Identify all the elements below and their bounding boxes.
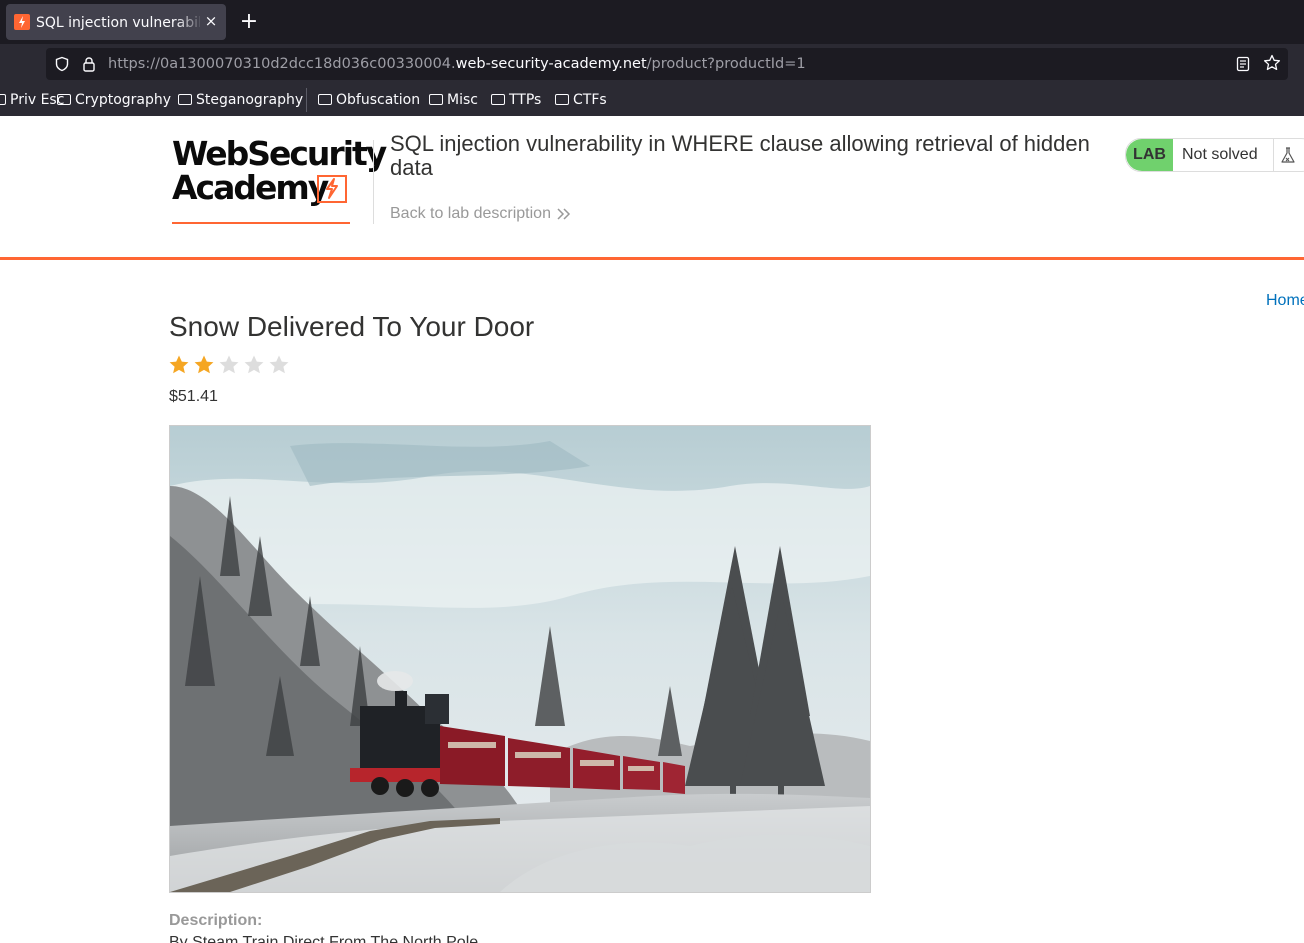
star-empty-icon (244, 355, 264, 374)
new-tab-button[interactable]: + (238, 9, 260, 35)
bookmark-separator (306, 88, 307, 112)
portswigger-favicon-icon (14, 14, 30, 30)
browser-nav-bar: https://0a1300070310d2dcc18d036c00330004… (0, 44, 1304, 84)
bookmark-misc[interactable]: Misc (429, 90, 478, 110)
lock-icon[interactable] (81, 56, 97, 72)
browser-tab[interactable]: SQL injection vulnerability in WHERE cla… (6, 4, 226, 40)
address-bar[interactable]: https://0a1300070310d2dcc18d036c00330004… (46, 48, 1288, 80)
lightning-icon (317, 175, 347, 203)
bookmarks-toolbar: Priv Esc Cryptography Steganography Obfu… (0, 84, 1304, 116)
description-label: Description: (169, 912, 263, 929)
folder-icon (429, 94, 443, 105)
home-link[interactable]: Home (1266, 291, 1304, 311)
folder-icon (0, 94, 6, 105)
lab-status-text: Not solved (1182, 146, 1258, 163)
bookmark-steganography[interactable]: Steganography (178, 90, 303, 110)
folder-icon (555, 94, 569, 105)
bookmark-ctfs[interactable]: CTFs (555, 90, 607, 110)
bookmark-ttps[interactable]: TTPs (491, 90, 541, 110)
lab-header: WebSecurity Academy SQL injection vulner… (0, 116, 1304, 260)
star-empty-icon (269, 355, 289, 374)
star-filled-icon (169, 355, 189, 374)
web-security-academy-logo[interactable]: WebSecurity Academy (172, 136, 387, 224)
double-chevron-right-icon (557, 208, 571, 220)
page-content: WebSecurity Academy SQL injection vulner… (0, 116, 1304, 943)
tab-close-button[interactable]: × (203, 12, 219, 30)
bookmark-star-icon[interactable] (1263, 54, 1281, 72)
product-image (169, 425, 871, 893)
description-text: By Steam Train Direct From The North Pol… (169, 934, 479, 943)
folder-icon (318, 94, 332, 105)
star-filled-icon (194, 355, 214, 374)
back-to-lab-description-link[interactable]: Back to lab description (390, 204, 571, 224)
lab-badge: LAB (1126, 139, 1173, 171)
url-text[interactable]: https://0a1300070310d2dcc18d036c00330004… (108, 54, 806, 74)
bookmark-cryptography[interactable]: Cryptography (57, 90, 171, 110)
bookmark-obfuscation[interactable]: Obfuscation (318, 90, 420, 110)
reader-view-icon[interactable] (1235, 56, 1251, 72)
bookmark-priv-esc[interactable]: Priv Esc (0, 90, 64, 110)
browser-tab-bar: SQL injection vulnerability in WHERE cla… (0, 0, 1304, 44)
lab-status-widget: LAB Not solved (1125, 138, 1304, 172)
product-price: $51.41 (169, 388, 218, 405)
product-title: Snow Delivered To Your Door (169, 311, 535, 342)
folder-icon (491, 94, 505, 105)
lab-title: SQL injection vulnerability in WHERE cla… (390, 131, 1090, 180)
folder-icon (178, 94, 192, 105)
folder-icon (57, 94, 71, 105)
flask-icon (1281, 147, 1295, 163)
header-divider (373, 140, 374, 224)
star-empty-icon (219, 355, 239, 374)
shield-icon[interactable] (54, 56, 70, 72)
